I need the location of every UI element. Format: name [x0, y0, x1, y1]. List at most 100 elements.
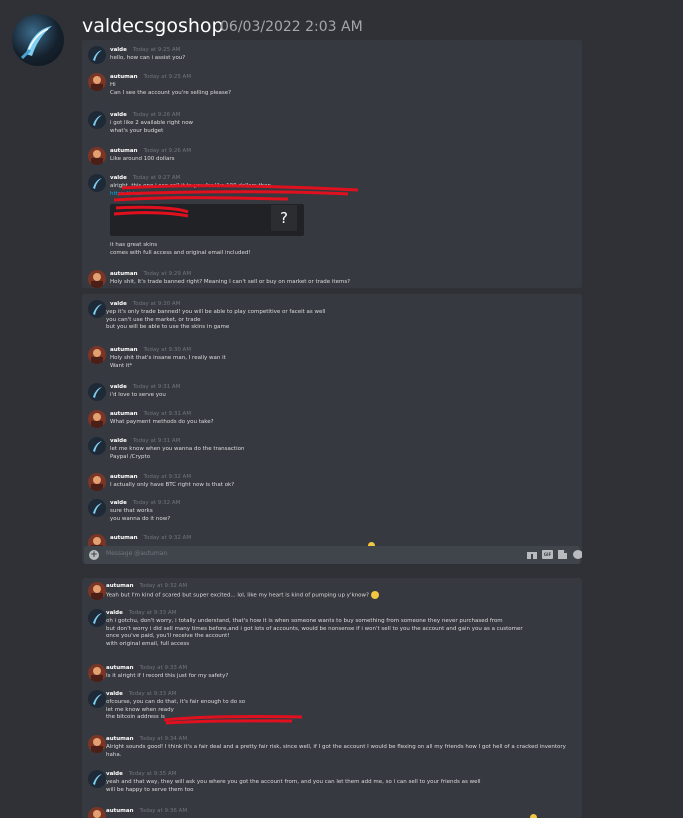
timestamp: Today at 9:30 AM [132, 301, 181, 307]
message-text: Yeah but I'm kind of scared but super ex… [106, 592, 369, 599]
plus-icon[interactable]: + [89, 550, 99, 560]
chat-panel-1: valde Today at 9:25 AM hello, how can i a… [82, 40, 582, 288]
autuman-avatar[interactable] [88, 735, 106, 753]
server-avatar[interactable] [12, 14, 64, 66]
redaction-scribble [163, 714, 303, 725]
chat-panel-2: valde Today at 9:30 AM yep it's only trad… [82, 294, 582, 564]
author-name[interactable]: autuman [106, 808, 134, 814]
timestamp: Today at 9:36 AM [139, 808, 188, 814]
valde-avatar[interactable] [88, 174, 106, 192]
author-name[interactable]: autuman [106, 736, 134, 742]
author-name[interactable]: autuman [110, 474, 138, 480]
autuman-avatar[interactable] [88, 270, 106, 288]
author-name[interactable]: valde [110, 438, 127, 444]
author-name[interactable]: autuman [110, 148, 138, 154]
timestamp: Today at 9:33 AM [128, 610, 177, 616]
message-text: haha. [106, 751, 122, 758]
author-name[interactable]: valde [106, 691, 123, 697]
author-name[interactable]: valde [110, 384, 127, 390]
timestamp: Today at 9:33 AM [139, 665, 188, 671]
valde-avatar[interactable] [88, 383, 106, 401]
header-name[interactable]: valdecsgoshop [82, 15, 224, 37]
timestamp: Today at 9:26 AM [143, 148, 192, 154]
timestamp: Today at 9:31 AM [143, 411, 192, 417]
author-name[interactable]: valde [110, 112, 127, 118]
author-name[interactable]: autuman [110, 535, 138, 541]
header-date: 06/03/2022 2:03 AM [220, 19, 363, 35]
valde-avatar[interactable] [88, 46, 106, 64]
emoji-reaction-peek [530, 814, 537, 818]
valde-avatar[interactable] [88, 690, 106, 708]
valde-avatar[interactable] [88, 437, 106, 455]
author-name[interactable]: autuman [110, 411, 138, 417]
author-name[interactable]: valde [106, 771, 123, 777]
timestamp: Today at 9:30 AM [143, 347, 192, 353]
message-text: let me know when you wanna do the transa… [110, 446, 245, 452]
valde-avatar[interactable] [88, 111, 106, 129]
message-text: yep it's only trade banned! you will be … [106, 309, 326, 315]
message-text: Want it* [110, 362, 133, 369]
message-text: Holy shit, It's trade banned right? Mean… [110, 279, 351, 285]
autuman-avatar[interactable] [88, 73, 106, 91]
message-text: Like around 100 dollars [110, 156, 175, 162]
message-text: Can I see the account you're selling ple… [110, 89, 232, 96]
emoji-icon[interactable] [573, 550, 582, 559]
message-text: hello, how can i assist you? [110, 55, 186, 61]
author-name[interactable]: valde [106, 610, 123, 616]
autuman-avatar[interactable] [88, 664, 106, 682]
timestamp: Today at 9:25 AM [143, 74, 192, 80]
message-text: i got like 2 available right now [110, 120, 194, 126]
autuman-avatar[interactable] [88, 346, 106, 364]
chat-panel-3: autuman Today at 9:32 AM Yeah but I'm kin… [82, 578, 582, 818]
valde-avatar[interactable] [88, 609, 106, 627]
gift-icon[interactable] [527, 550, 537, 559]
gif-icon[interactable]: GIF [542, 550, 553, 559]
message-text: Paypal /Crypto [110, 453, 151, 460]
timestamp: Today at 9:29 AM [143, 271, 192, 277]
message-text: I actually only have BTC right now is th… [110, 482, 235, 488]
author-name[interactable]: autuman [110, 74, 138, 80]
author-name[interactable]: autuman [106, 583, 134, 589]
author-name[interactable]: valde [110, 47, 127, 53]
autuman-avatar[interactable] [88, 807, 106, 818]
author-name[interactable]: autuman [110, 271, 138, 277]
message-text: Holy shit that's insane man, I really wa… [110, 355, 226, 361]
message-input[interactable]: + Message @autuman GIF [84, 546, 582, 564]
autuman-avatar[interactable] [88, 473, 106, 491]
valde-avatar[interactable] [88, 300, 106, 318]
autuman-avatar[interactable] [88, 147, 106, 165]
autuman-avatar[interactable] [88, 410, 106, 428]
timestamp: Today at 9:34 AM [139, 736, 188, 742]
grin-emoji-icon [370, 591, 379, 599]
message-text: i'd love to serve you [110, 392, 166, 398]
message-text: What payment methods do you take? [110, 419, 214, 425]
author-name[interactable]: autuman [110, 347, 138, 353]
author-name[interactable]: valde [110, 175, 127, 181]
timestamp: Today at 9:25 AM [132, 47, 181, 53]
message: valde Today at 9:27 AM alright, this one … [82, 174, 582, 270]
input-placeholder: Message @autuman [106, 550, 168, 557]
valde-avatar[interactable] [88, 499, 106, 517]
timestamp: Today at 9:32 AM [132, 500, 181, 506]
timestamp: Today at 9:33 AM [128, 691, 177, 697]
message-text: what's your budget [110, 127, 164, 134]
message-text: once you've paid, you'll receive the acc… [106, 633, 230, 640]
author-name[interactable]: valde [110, 500, 127, 506]
timestamp: Today at 9:31 AM [132, 384, 181, 390]
timestamp: Today at 9:31 AM [132, 438, 181, 444]
timestamp: Today at 9:32 AM [143, 535, 192, 541]
autuman-avatar[interactable] [88, 582, 106, 600]
author-name[interactable]: valde [110, 301, 127, 307]
author-name[interactable]: autuman [106, 665, 134, 671]
message-text: sure that works [110, 508, 153, 514]
message-text: comes with full access and original emai… [110, 249, 251, 256]
timestamp: Today at 9:32 AM [139, 583, 188, 589]
message-text: oh i gotchu, don't worry, i totally unde… [106, 618, 503, 624]
timestamp: Today at 9:35 AM [128, 771, 177, 777]
message-text: Is it alright if I record this just for … [106, 673, 229, 679]
sticker-icon[interactable] [558, 550, 567, 559]
timestamp: Today at 9:32 AM [143, 474, 192, 480]
message-text: you can't use the market, or trade [106, 316, 201, 323]
valde-avatar[interactable] [88, 770, 106, 788]
message-text: but don't worry i did sell many times be… [106, 625, 523, 632]
